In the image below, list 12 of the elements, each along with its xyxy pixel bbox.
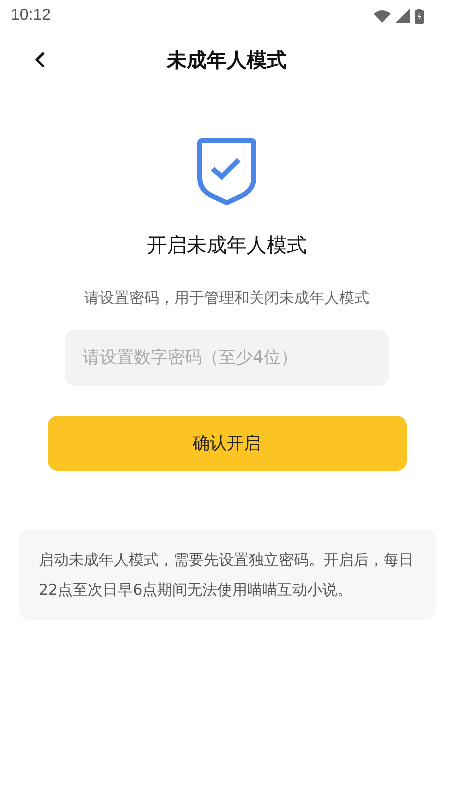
back-icon[interactable] [34,51,46,69]
subtitle: 请设置密码，用于管理和关闭未成年人模式 [84,289,370,308]
confirm-button[interactable]: 确认开启 [48,416,406,471]
page-title: 未成年人模式 [167,46,287,74]
heading: 开启未成年人模式 [147,232,307,259]
notice-text: 启动未成年人模式，需要先设置独立密码。开启后，每日22点至次日早6点期间无法使用喵喵互动小说。 [39,551,414,599]
wifi-icon [374,10,391,22]
password-field[interactable]: 请设置数字密码（至少4位） [65,330,389,386]
signal-icon [396,9,410,23]
battery-icon [415,8,424,24]
status-time: 10:12 [11,7,52,25]
shield-check-icon [197,138,257,206]
